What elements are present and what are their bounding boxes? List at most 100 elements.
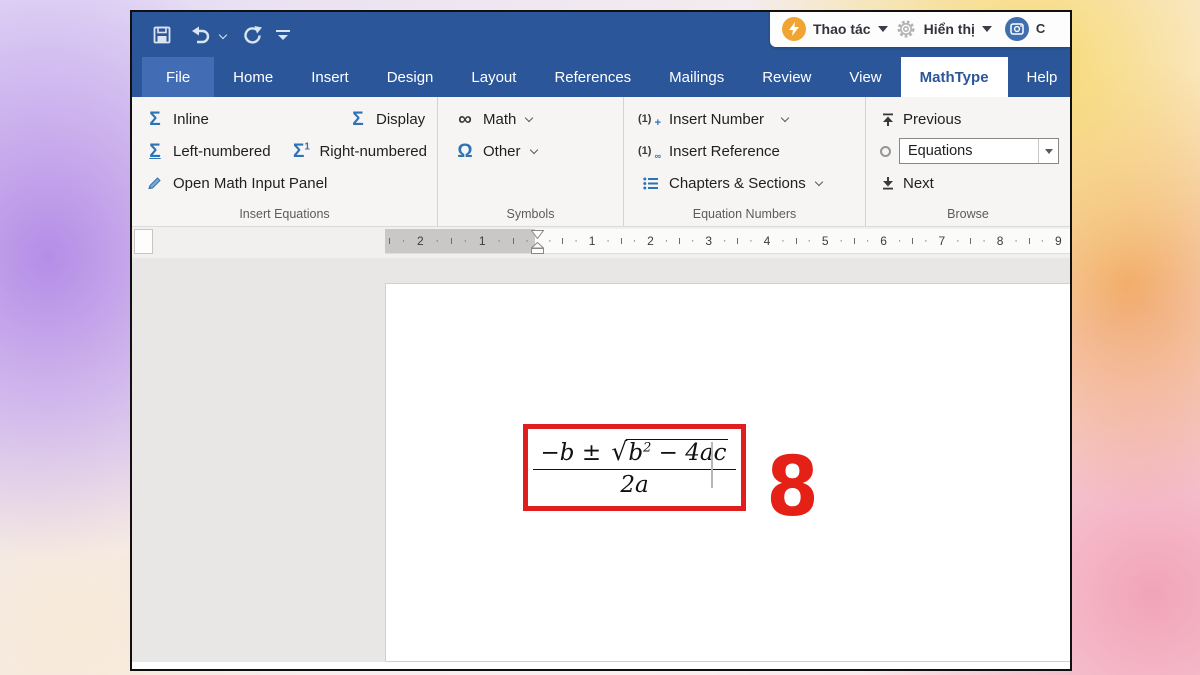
document-page[interactable]: −b ± √b2 − 4ac 2a 8 bbox=[385, 283, 1070, 662]
insert-reference-button[interactable]: (1)∞ Insert Reference bbox=[638, 143, 780, 160]
denominator: 2a bbox=[620, 470, 648, 498]
math-symbols-button[interactable]: ∞ Math bbox=[454, 110, 533, 129]
display-dropdown-icon[interactable] bbox=[982, 26, 992, 37]
browse-equations-dropdown[interactable]: Equations bbox=[899, 138, 1059, 164]
previous-label: Previous bbox=[903, 111, 961, 128]
omega-icon: Ω bbox=[454, 142, 476, 161]
ribbon-tab-bar: File Home Insert Design Layout Reference… bbox=[132, 57, 1070, 97]
right-numbered-equation-button[interactable]: Σ1 Right-numbered bbox=[290, 142, 427, 161]
group-symbols: ∞ Math Ω Other Symbols bbox=[438, 97, 624, 226]
chevron-down-icon bbox=[781, 115, 789, 123]
radical-sign: √ bbox=[611, 437, 627, 466]
previous-icon bbox=[880, 113, 896, 126]
tab-design[interactable]: Design bbox=[368, 57, 453, 97]
list-icon bbox=[638, 177, 662, 190]
customize-quick-access-icon[interactable] bbox=[276, 30, 290, 40]
chevron-down-icon bbox=[530, 147, 538, 155]
tab-insert[interactable]: Insert bbox=[292, 57, 368, 97]
open-math-input-panel-label: Open Math Input Panel bbox=[173, 175, 327, 192]
tab-mailings[interactable]: Mailings bbox=[650, 57, 743, 97]
group-insert-equations: Σ Inline Σ Display Σ Left-numbered Σ1 bbox=[132, 97, 438, 226]
left-numbered-equation-button[interactable]: Σ Left-numbered bbox=[144, 142, 283, 161]
insert-reference-icon: (1)∞ bbox=[638, 145, 662, 157]
chevron-down-icon bbox=[815, 179, 823, 187]
equation-highlight-box: −b ± √b2 − 4ac 2a bbox=[523, 424, 746, 511]
actions-icon[interactable] bbox=[782, 17, 806, 41]
numerator-prefix: −b ± bbox=[541, 440, 609, 466]
undo-icon[interactable] bbox=[186, 21, 214, 49]
open-math-input-panel-button[interactable]: Open Math Input Panel bbox=[144, 175, 327, 192]
tab-references[interactable]: References bbox=[535, 57, 650, 97]
other-symbols-button[interactable]: Ω Other bbox=[454, 142, 538, 161]
previous-button[interactable]: Previous bbox=[880, 111, 961, 128]
group-label-insert-equations: Insert Equations bbox=[132, 204, 437, 225]
redo-icon[interactable] bbox=[238, 21, 266, 49]
insert-number-icon: (1)+ bbox=[638, 113, 662, 125]
pen-icon bbox=[144, 175, 166, 191]
insert-number-button[interactable]: (1)+ Insert Number bbox=[638, 111, 789, 128]
group-label-symbols: Symbols bbox=[438, 204, 623, 225]
math-label: Math bbox=[483, 111, 516, 128]
horizontal-ruler[interactable]: ·2··1·· ··1··2··3··4··5··6··7··8··9 bbox=[385, 229, 1070, 254]
tab-file[interactable]: File bbox=[142, 57, 214, 97]
infinity-icon: ∞ bbox=[454, 110, 476, 129]
first-line-indent-marker[interactable] bbox=[531, 230, 544, 239]
chevron-down-icon bbox=[525, 115, 533, 123]
next-label: Next bbox=[903, 175, 934, 192]
sigma-right-numbered-icon: Σ1 bbox=[290, 142, 312, 161]
tab-mathtype[interactable]: MathType bbox=[901, 57, 1008, 97]
title-bar: Thao tác Hiển thị C bbox=[132, 12, 1070, 57]
overlay-trailing-letter: C bbox=[1036, 21, 1045, 36]
ruler-main-marks: ··1··2··3··4··5··6··7··8··9 bbox=[548, 229, 1062, 253]
tab-view[interactable]: View bbox=[830, 57, 900, 97]
browse-dropdown-value: Equations bbox=[900, 143, 1038, 159]
tab-layout[interactable]: Layout bbox=[452, 57, 535, 97]
annotation-number: 8 bbox=[766, 454, 818, 521]
group-equation-numbers: (1)+ Insert Number (1)∞ Insert Reference bbox=[624, 97, 866, 226]
actions-label[interactable]: Thao tác bbox=[813, 21, 871, 37]
insert-number-label: Insert Number bbox=[669, 111, 764, 128]
text-cursor bbox=[711, 442, 713, 488]
next-icon bbox=[880, 177, 896, 190]
hanging-indent-marker[interactable] bbox=[531, 242, 544, 254]
gear-icon[interactable] bbox=[895, 18, 917, 40]
save-icon[interactable] bbox=[148, 21, 176, 49]
tab-review[interactable]: Review bbox=[743, 57, 830, 97]
undo-dropdown-icon[interactable] bbox=[218, 30, 228, 40]
other-label: Other bbox=[483, 143, 521, 160]
group-browse: Previous Equations bbox=[866, 97, 1070, 226]
right-numbered-label: Right-numbered bbox=[319, 143, 427, 160]
browse-target-icon bbox=[880, 146, 891, 157]
camera-icon[interactable] bbox=[1005, 17, 1029, 41]
next-button[interactable]: Next bbox=[880, 175, 934, 192]
document-area: −b ± √b2 − 4ac 2a 8 bbox=[132, 258, 1070, 669]
quadratic-formula-equation[interactable]: −b ± √b2 − 4ac 2a bbox=[533, 437, 737, 498]
sigma-left-numbered-icon: Σ bbox=[144, 142, 166, 161]
window-bottom-strip bbox=[132, 662, 1070, 669]
tab-home[interactable]: Home bbox=[214, 57, 292, 97]
left-numbered-label: Left-numbered bbox=[173, 143, 271, 160]
tab-stop-selector[interactable] bbox=[134, 229, 153, 254]
group-label-equation-numbers: Equation Numbers bbox=[624, 204, 865, 225]
inline-equation-button[interactable]: Σ Inline bbox=[144, 110, 340, 129]
chapters-sections-button[interactable]: Chapters & Sections bbox=[638, 175, 823, 192]
sigma-display-icon: Σ bbox=[347, 110, 369, 129]
quick-access-toolbar bbox=[148, 21, 290, 49]
word-window: Thao tác Hiển thị C File bbox=[130, 10, 1072, 671]
ruler-row: ·2··1·· ··1··2··3··4··5··6··7··8··9 bbox=[132, 227, 1070, 258]
display-label[interactable]: Hiển thị bbox=[924, 21, 975, 37]
chapters-sections-label: Chapters & Sections bbox=[669, 175, 806, 192]
display-label: Display bbox=[376, 111, 425, 128]
recorder-overlay-toolbar: Thao tác Hiển thị C bbox=[770, 10, 1070, 47]
group-label-browse: Browse bbox=[866, 204, 1070, 225]
insert-reference-label: Insert Reference bbox=[669, 143, 780, 160]
radicand: b2 − 4ac bbox=[626, 439, 728, 466]
actions-dropdown-icon[interactable] bbox=[878, 26, 888, 37]
ruler-margin-marks: ·2··1·· bbox=[389, 229, 529, 253]
display-equation-button[interactable]: Σ Display bbox=[347, 110, 425, 129]
inline-label: Inline bbox=[173, 111, 209, 128]
sigma-inline-icon: Σ bbox=[144, 110, 166, 129]
tab-help[interactable]: Help bbox=[1008, 57, 1072, 97]
dropdown-arrow-icon[interactable] bbox=[1038, 139, 1058, 163]
ribbon: Σ Inline Σ Display Σ Left-numbered Σ1 bbox=[132, 97, 1070, 227]
